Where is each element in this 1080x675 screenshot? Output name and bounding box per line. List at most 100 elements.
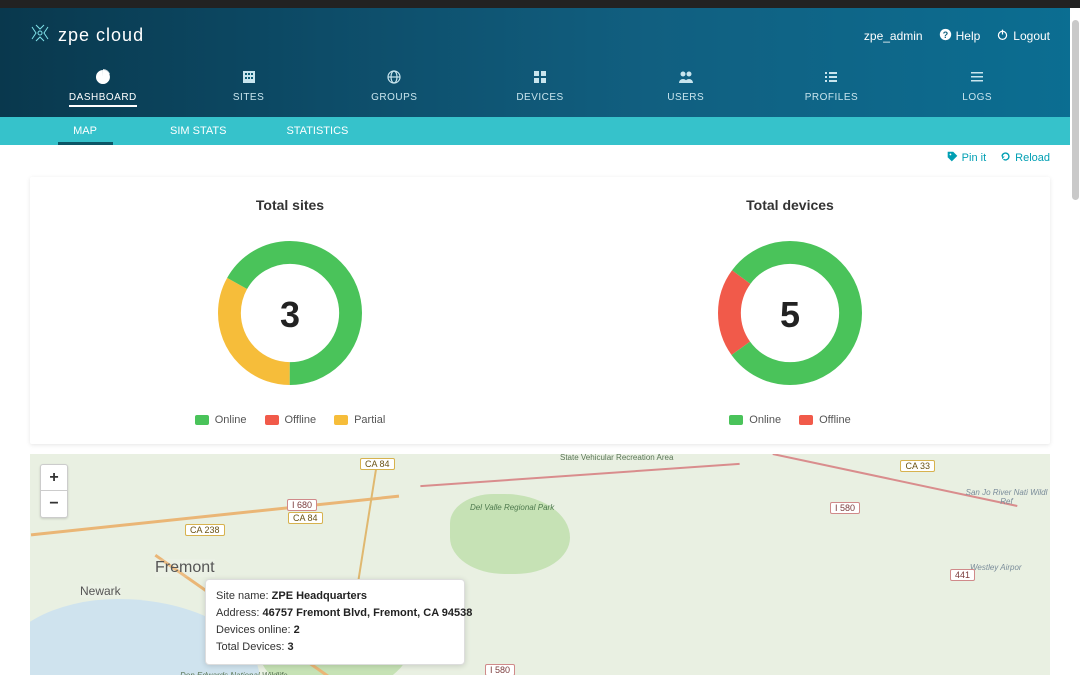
brand-mark-icon <box>30 23 50 48</box>
popup-total-row: Total Devices: 3 <box>216 639 454 656</box>
subnav-statistics[interactable]: STATISTICS <box>256 117 378 145</box>
header-top: zpe cloud zpe_admin ? Help Logout <box>30 23 1050 63</box>
nav-item-profiles[interactable]: PROFILES <box>759 63 905 117</box>
help-icon: ? <box>939 28 952 44</box>
logout-label: Logout <box>1013 29 1050 43</box>
map-refuge-label: San Jo River Nati Wildl Ref <box>963 489 1050 507</box>
road-chip-ca84: CA 84 <box>360 458 395 470</box>
legend-label: Offline <box>819 414 851 426</box>
legend-label: Online <box>749 414 781 426</box>
reload-icon <box>1000 151 1011 165</box>
main-nav: DASHBOARD SITES GROUPS DEVICES USERS PROFILES… <box>30 63 1050 117</box>
pin-button[interactable]: Pin it <box>947 151 986 165</box>
logout-link[interactable]: Logout <box>996 28 1050 44</box>
road-chip-441: 441 <box>950 569 975 581</box>
popup-site-row: Site name: ZPE Headquarters <box>216 588 454 605</box>
legend-item: Online <box>729 414 781 426</box>
brand-name: zpe cloud <box>58 25 144 46</box>
scrollbar-thumb[interactable] <box>1072 20 1079 200</box>
map[interactable]: State Vehicular Recreation Area Del Vall… <box>30 454 1050 675</box>
devices-legend: Online Offline <box>729 414 850 426</box>
legend-swatch <box>195 415 209 425</box>
road-chip-i580b: I 580 <box>485 664 515 675</box>
devices-chart-box: Total devices 5 Online Offline <box>540 197 1040 426</box>
grid-icon <box>532 69 548 88</box>
popup-online-row: Devices online: 2 <box>216 622 454 639</box>
nav-item-dashboard[interactable]: DASHBOARD <box>30 63 176 117</box>
map-vehicular-label: State Vehicular Recreation Area <box>560 454 673 463</box>
site-popup: Site name: ZPE Headquarters Address: 467… <box>205 579 465 665</box>
help-link[interactable]: ? Help <box>939 28 981 44</box>
legend-swatch <box>334 415 348 425</box>
zoom-out-button[interactable]: − <box>41 491 67 517</box>
header-actions: zpe_admin ? Help Logout <box>864 28 1050 44</box>
nav-item-sites[interactable]: SITES <box>176 63 322 117</box>
map-delvalle-label: Del Valle Regional Park <box>470 504 554 513</box>
road-chip-ca84b: CA 84 <box>288 512 323 524</box>
legend-item: Offline <box>265 414 317 426</box>
sites-legend: Online Offline Partial <box>195 414 386 426</box>
help-label: Help <box>956 29 981 43</box>
zoom-in-button[interactable]: + <box>41 465 67 491</box>
nav-item-logs[interactable]: LOGS <box>904 63 1050 117</box>
nav-label: GROUPS <box>371 92 417 103</box>
nav-item-devices[interactable]: DEVICES <box>467 63 613 117</box>
map-city-newark: Newark <box>80 584 121 598</box>
road-chip-i580a: I 580 <box>830 502 860 514</box>
power-icon <box>996 28 1009 44</box>
legend-item: Partial <box>334 414 385 426</box>
svg-text:?: ? <box>942 29 947 39</box>
users-icon <box>678 69 694 88</box>
sites-donut-center: 3 <box>210 233 370 396</box>
nav-label: SITES <box>233 92 264 103</box>
zoom-control: + − <box>40 464 68 518</box>
sites-chart-title: Total sites <box>256 197 324 213</box>
popup-address-row: Address: 46757 Fremont Blvd, Fremont, CA… <box>216 605 454 622</box>
legend-label: Online <box>215 414 247 426</box>
summary-panel: Total sites 3 Online Offline Partial Total… <box>30 177 1050 444</box>
brand-logo: zpe cloud <box>30 23 144 48</box>
globe-icon <box>386 69 402 88</box>
nav-item-groups[interactable]: GROUPS <box>321 63 467 117</box>
legend-label: Offline <box>285 414 317 426</box>
app-root: zpe cloud zpe_admin ? Help Logout DA <box>0 0 1080 675</box>
road-chip-ca238: CA 238 <box>185 524 225 536</box>
subnav-map[interactable]: MAP <box>30 117 140 145</box>
browser-top-bar <box>0 0 1080 8</box>
nav-label: DEVICES <box>516 92 563 103</box>
tag-icon <box>947 151 958 165</box>
header: zpe cloud zpe_admin ? Help Logout DA <box>0 8 1080 117</box>
legend-item: Offline <box>799 414 851 426</box>
legend-swatch <box>265 415 279 425</box>
nav-label: USERS <box>667 92 704 103</box>
devices-chart-title: Total devices <box>746 197 834 213</box>
building-icon <box>241 69 257 88</box>
map-westley-label: Westley Airpor <box>970 564 1022 573</box>
subnav-sim-stats[interactable]: SIM STATS <box>140 117 256 145</box>
lines-icon <box>969 69 985 88</box>
nav-label: LOGS <box>962 92 992 103</box>
user-label[interactable]: zpe_admin <box>864 29 923 43</box>
reload-label: Reload <box>1015 152 1050 164</box>
reload-button[interactable]: Reload <box>1000 151 1050 165</box>
sub-nav: MAPSIM STATSSTATISTICS <box>0 117 1080 145</box>
road-chip-i680a: I 680 <box>287 499 317 511</box>
nav-label: PROFILES <box>805 92 858 103</box>
list-icon <box>823 69 839 88</box>
action-bar: Pin it Reload <box>0 145 1080 171</box>
nav-item-users[interactable]: USERS <box>613 63 759 117</box>
pie-icon <box>95 69 111 88</box>
legend-swatch <box>729 415 743 425</box>
sites-donut: 3 <box>210 233 370 396</box>
pin-label: Pin it <box>962 152 986 164</box>
road-chip-ca33: CA 33 <box>900 460 935 472</box>
devices-donut-center: 5 <box>710 233 870 396</box>
nav-label: DASHBOARD <box>69 92 137 107</box>
legend-item: Online <box>195 414 247 426</box>
map-city-fremont: Fremont <box>155 559 215 577</box>
devices-donut: 5 <box>710 233 870 396</box>
scrollbar[interactable] <box>1070 8 1080 675</box>
legend-label: Partial <box>354 414 385 426</box>
sites-chart-box: Total sites 3 Online Offline Partial <box>40 197 540 426</box>
legend-swatch <box>799 415 813 425</box>
